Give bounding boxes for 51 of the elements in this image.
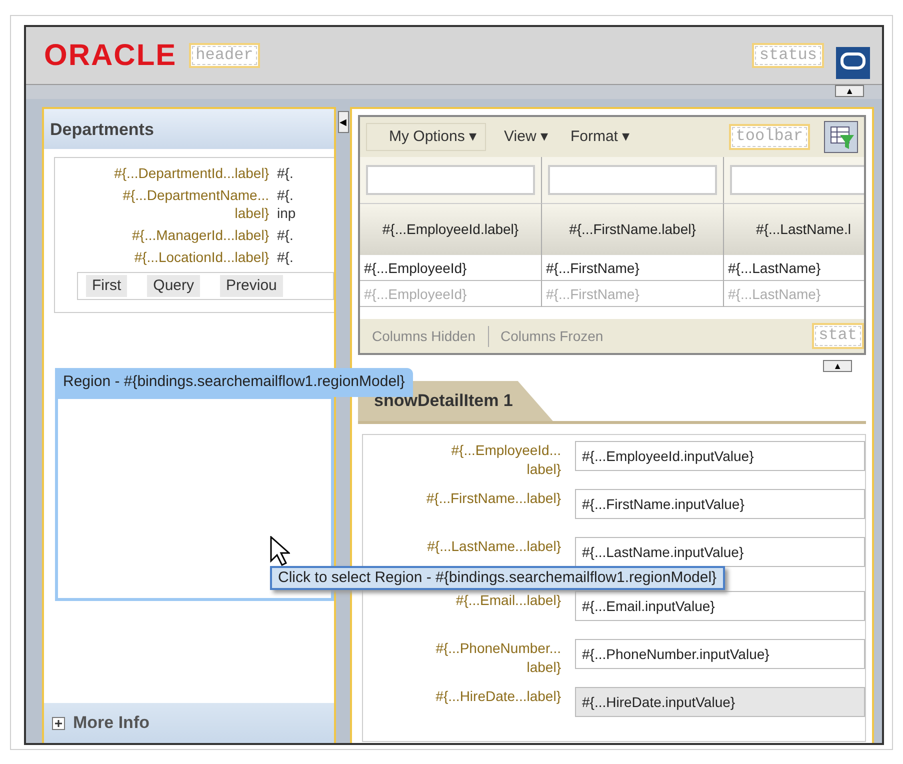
section-label[interactable]: More Info <box>73 710 150 736</box>
status-text: Columns Hidden <box>371 326 476 346</box>
nav-button[interactable]: First <box>86 275 128 297</box>
input-field: #{...HireDate.inputValue} <box>575 687 865 717</box>
field-value: #{. <box>277 226 294 244</box>
table-cell: #{...LastName} <box>724 281 864 307</box>
table-cell: #{...EmployeeId} <box>360 281 542 307</box>
table-cell: #{...FirstName} <box>542 255 724 281</box>
input-field[interactable]: #{...PhoneNumber.inputValue} <box>575 639 865 669</box>
input-field[interactable]: #{...Email.inputValue} <box>575 591 865 621</box>
status-text: Columns Frozen <box>488 326 616 346</box>
input-field[interactable]: #{...EmployeeId.inputValue} <box>575 441 865 471</box>
nav-button[interactable]: Query <box>147 275 200 297</box>
menu-button[interactable]: Format ▾ <box>566 124 634 150</box>
filter-icon[interactable] <box>824 121 858 153</box>
column-header[interactable]: #{...EmployeeId.label} <box>360 203 542 255</box>
field-value: #{. inp <box>277 186 297 222</box>
field-label: #{...LocationId...label} <box>133 248 269 266</box>
field-label: #{...Email...label} <box>454 591 561 610</box>
table-cell: #{...EmployeeId} <box>360 255 542 281</box>
field-value: #{. <box>277 248 294 266</box>
logo-text: ORACLE <box>44 40 177 70</box>
filter-field[interactable] <box>548 165 717 195</box>
input-field[interactable]: #{...LastName.inputValue} <box>575 537 865 567</box>
menu-button[interactable]: View ▾ <box>500 124 552 150</box>
table-cell: #{...LastName} <box>724 255 864 281</box>
filter-field[interactable] <box>366 165 535 195</box>
splitter-toggle[interactable]: ◀ <box>338 111 348 133</box>
plus-icon[interactable] <box>52 716 65 730</box>
field-value: #{. <box>277 164 294 182</box>
field-label: #{...HireDate...label} <box>434 687 561 706</box>
nav-button[interactable]: Previou <box>220 275 283 297</box>
field-label: #{...ManagerId...label} <box>130 226 269 244</box>
pointer-icon <box>270 536 290 566</box>
filter-field[interactable] <box>730 165 864 195</box>
table-cell: #{...FirstName} <box>542 281 724 307</box>
collapse-toggle[interactable]: ▲ <box>823 360 852 372</box>
column-header[interactable]: #{...FirstName.label} <box>542 203 724 255</box>
field-label: #{...LastName...label} <box>426 537 561 556</box>
tooltip: Click to select Region - #{bindings.searchemailflow1.regionModel} <box>270 566 725 590</box>
field-label: #{...FirstName...label} <box>426 489 561 508</box>
collapse-toggle[interactable]: ▲ <box>835 85 864 97</box>
app-logo-icon <box>836 46 870 78</box>
panel-title: Departments <box>44 109 334 149</box>
column-header[interactable]: #{...LastName.l <box>724 203 864 255</box>
field-label: #{...PhoneNumber...label} <box>434 639 561 677</box>
region-label[interactable]: Region - #{bindings.searchemailflow1.regionModel} <box>55 368 413 396</box>
field-label: #{...EmployeeId...label} <box>450 441 561 479</box>
input-field[interactable]: #{...FirstName.inputValue} <box>575 489 865 519</box>
field-label: #{...DepartmentId...label} <box>113 164 269 182</box>
menu-button[interactable]: My Options ▾ <box>366 122 486 152</box>
